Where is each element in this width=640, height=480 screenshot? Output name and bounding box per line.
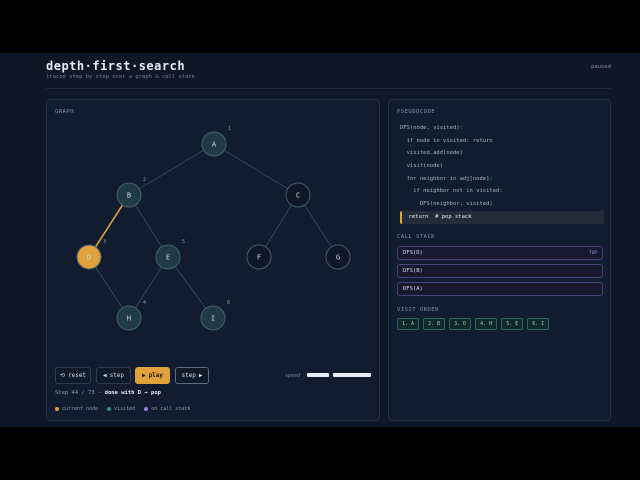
call-stack: DFS(D) TOP DFS(B) DFS(A) xyxy=(397,246,603,300)
stack-frame: DFS(A) xyxy=(397,282,603,296)
stack-frame-label: DFS(A) xyxy=(403,286,423,292)
graph-node-h[interactable]: H4 xyxy=(116,300,146,331)
status-badge: paused xyxy=(591,64,611,70)
reset-icon: ⟲ xyxy=(59,372,65,379)
step-forward-button-label: step xyxy=(181,372,196,379)
graph-canvas: A1B2CD3E5F GH4I6 xyxy=(76,126,351,331)
code-line: visit(node) xyxy=(400,163,444,170)
step-back-icon: ◀ xyxy=(102,372,107,379)
graph-node-visit-order: 5 xyxy=(182,239,185,245)
graph-node-e[interactable]: E5 xyxy=(155,239,185,270)
legend-current-label: current node xyxy=(62,406,99,412)
legend-call-stack-dot xyxy=(144,407,149,411)
legend-visited-dot xyxy=(107,407,112,411)
step-status: Step 44 / 73 — done with D → pop xyxy=(55,390,161,396)
visit-order-chip: 2. B xyxy=(423,318,446,330)
speed-option-fast[interactable] xyxy=(333,373,371,377)
visit-order-chip: 1. A xyxy=(397,318,420,330)
legend-call-stack: on call stack xyxy=(144,406,190,412)
code-line: if node in visited: return xyxy=(400,137,493,144)
step-forward-button[interactable]: step ▶ xyxy=(175,367,209,384)
edge-a-c xyxy=(213,143,299,196)
edge-a-b xyxy=(128,143,215,196)
code-line: DFS(node, visited): xyxy=(400,125,463,131)
graph-node-i[interactable]: I6 xyxy=(200,300,230,331)
legend-call-stack-label: on call stack xyxy=(151,406,191,412)
graph-node-visit-order: 3 xyxy=(103,239,106,245)
step-forward-icon: ▶ xyxy=(198,372,203,379)
speed-label: speed xyxy=(285,373,301,379)
step-back-button-label: step xyxy=(109,372,125,379)
header-divider xyxy=(46,88,611,89)
graph-node-visit-order: 1 xyxy=(228,126,231,132)
stack-frame-label: DFS(D) xyxy=(403,250,423,256)
graph-node-visit-order: 2 xyxy=(143,177,146,183)
reset-button[interactable]: ⟲ reset xyxy=(55,367,91,384)
legend-current-dot xyxy=(55,407,59,411)
step-message: done with D → pop xyxy=(104,390,161,396)
legend-visited: visited xyxy=(107,406,135,412)
code-line: visited.add(node) xyxy=(400,150,463,157)
speed-option-slow[interactable] xyxy=(307,373,329,377)
visit-order-chip: 6. I xyxy=(527,318,550,330)
code-line: if neighbor not in visited: xyxy=(400,188,503,195)
graph-node-label: B xyxy=(127,192,131,200)
visit-order-chip: 5. E xyxy=(501,318,524,330)
stack-frame-label: DFS(B) xyxy=(403,268,423,274)
page-title: depth·first·search xyxy=(46,59,186,73)
visit-order-chip: 3. D xyxy=(449,318,472,330)
legend-current: current node xyxy=(55,406,98,412)
visit-order-chip: 4. H xyxy=(475,318,498,330)
legend-visited-label: visited xyxy=(114,406,136,412)
graph-node-visit-order: 4 xyxy=(143,300,146,306)
reset-button-label: reset xyxy=(67,372,87,379)
code-line-highlighted: return # pop stack xyxy=(400,210,604,224)
app-window: depth·first·search traced step by step o… xyxy=(0,53,640,427)
graph-legend: current node visited on call stack xyxy=(55,406,190,412)
pseudocode-label: PSEUDOCODE xyxy=(397,109,436,115)
call-stack-label: CALL STACK xyxy=(397,234,436,240)
code-line: for neighbor in adj[node]: xyxy=(400,175,493,182)
stack-top-badge: TOP xyxy=(588,250,597,256)
graph-node-f[interactable]: F xyxy=(246,244,272,270)
graph-node-d[interactable]: D3 xyxy=(76,239,106,270)
graph-node-c[interactable]: C xyxy=(285,182,311,208)
graph-node-label: E xyxy=(166,254,170,262)
graph-node-g[interactable]: G xyxy=(325,244,351,270)
graph-node-label: G xyxy=(336,254,340,262)
pseudocode-block: DFS(node, visited): if node in visited: … xyxy=(400,122,604,224)
graph-node-label: D xyxy=(87,254,91,262)
graph-node-label: C xyxy=(296,192,300,200)
step-counter: Step 44 / 73 — xyxy=(55,390,102,396)
stack-frame: DFS(D) TOP xyxy=(397,246,603,260)
graph-node-label: F xyxy=(257,254,261,262)
play-button[interactable]: ▶ play xyxy=(135,367,170,384)
page-subtitle: traced step by step over a graph & call … xyxy=(46,74,196,80)
stack-frame: DFS(B) xyxy=(397,264,603,278)
graph-node-visit-order: 6 xyxy=(227,300,230,306)
play-icon: ▶ xyxy=(141,372,146,379)
graph-node-label: I xyxy=(211,315,215,323)
visit-order-list: 1. A 2. B 3. D 4. H 5. E 6. I xyxy=(397,318,550,330)
step-back-button[interactable]: ◀ step xyxy=(96,367,131,384)
side-panel: PSEUDOCODE DFS(node, visited): if node i… xyxy=(388,99,611,421)
graph-panel: GRAPH A1B2CD3E5FGH4I6 ⟲ reset ◀ step ▶ p… xyxy=(46,99,380,421)
code-line: DFS(neighbor, visited) xyxy=(400,201,493,208)
graph-node-b[interactable]: B2 xyxy=(116,177,146,208)
graph-node-label: H xyxy=(127,315,131,323)
play-button-label: play xyxy=(148,372,164,379)
visit-order-label: VISIT ORDER xyxy=(397,307,439,313)
